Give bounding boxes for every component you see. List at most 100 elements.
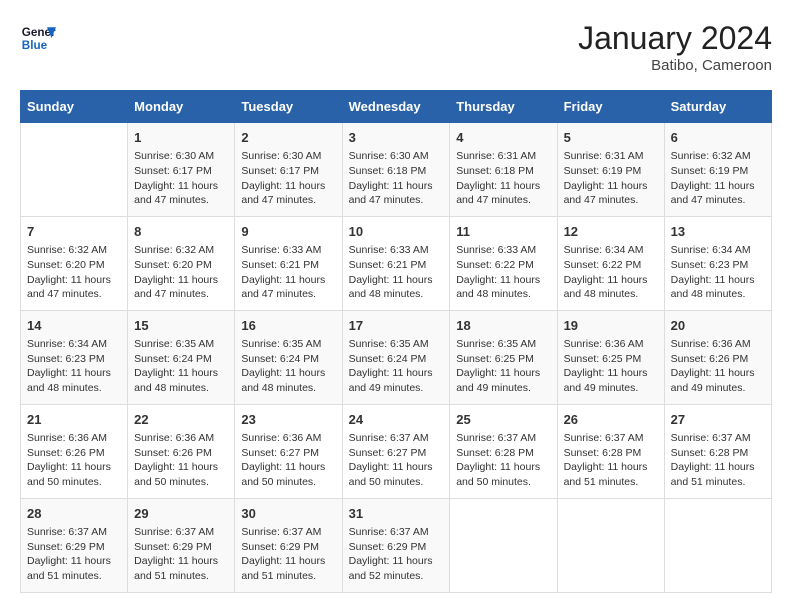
day-info: Sunrise: 6:37 AM Sunset: 6:27 PM Dayligh…: [349, 431, 444, 490]
calendar-cell: 11 Sunrise: 6:33 AM Sunset: 6:22 PM Dayli…: [450, 216, 557, 310]
calendar-cell: 8 Sunrise: 6:32 AM Sunset: 6:20 PM Daylig…: [128, 216, 235, 310]
calendar-cell: 4 Sunrise: 6:31 AM Sunset: 6:18 PM Daylig…: [450, 123, 557, 217]
day-info: Sunrise: 6:37 AM Sunset: 6:28 PM Dayligh…: [456, 431, 550, 490]
day-number: 14: [27, 317, 121, 335]
calendar-cell: 15Sunrise: 6:35 AM Sunset: 6:24 PM Dayli…: [128, 310, 235, 404]
day-number: 29: [134, 505, 228, 523]
day-info: Sunrise: 6:30 AM Sunset: 6:18 PM Dayligh…: [349, 149, 444, 208]
day-number: 25: [456, 411, 550, 429]
calendar-cell: 6Sunrise: 6:32 AM Sunset: 6:19 PM Daylig…: [664, 123, 771, 217]
location-subtitle: Batibo, Cameroon: [578, 57, 772, 74]
calendar-week-row: 21 Sunrise: 6:36 AM Sunset: 6:26 PM Dayli…: [21, 404, 772, 498]
calendar-cell: 13 Sunrise: 6:34 AM Sunset: 6:23 PM Dayli…: [664, 216, 771, 310]
calendar-cell: 30Sunrise: 6:37 AM Sunset: 6:29 PM Dayli…: [235, 498, 342, 592]
day-number: 3: [349, 129, 444, 147]
calendar-cell: [557, 498, 664, 592]
day-number: 13: [671, 223, 765, 241]
day-number: 7: [27, 223, 121, 241]
calendar-week-row: 1 Sunrise: 6:30 AM Sunset: 6:17 PM Daylig…: [21, 123, 772, 217]
calendar-cell: [664, 498, 771, 592]
day-number: 28: [27, 505, 121, 523]
calendar-cell: [21, 123, 128, 217]
day-info: Sunrise: 6:37 AM Sunset: 6:29 PM Dayligh…: [27, 525, 121, 584]
day-info: Sunrise: 6:34 AM Sunset: 6:23 PM Dayligh…: [671, 243, 765, 302]
calendar-cell: 14 Sunrise: 6:34 AM Sunset: 6:23 PM Dayli…: [21, 310, 128, 404]
calendar-header-row: SundayMondayTuesdayWednesdayThursdayFrid…: [21, 91, 772, 123]
day-info: Sunrise: 6:30 AM Sunset: 6:17 PM Dayligh…: [134, 149, 228, 208]
calendar-cell: 1 Sunrise: 6:30 AM Sunset: 6:17 PM Daylig…: [128, 123, 235, 217]
calendar-cell: 19Sunrise: 6:36 AM Sunset: 6:25 PM Dayli…: [557, 310, 664, 404]
day-info: Sunrise: 6:34 AM Sunset: 6:23 PM Dayligh…: [27, 337, 121, 396]
calendar-week-row: 28 Sunrise: 6:37 AM Sunset: 6:29 PM Dayli…: [21, 498, 772, 592]
calendar-cell: 31 Sunrise: 6:37 AM Sunset: 6:29 PM Dayli…: [342, 498, 450, 592]
logo: General Blue: [20, 20, 56, 56]
col-header-friday: Friday: [557, 91, 664, 123]
day-number: 8: [134, 223, 228, 241]
day-number: 2: [241, 129, 335, 147]
calendar-cell: 28 Sunrise: 6:37 AM Sunset: 6:29 PM Dayli…: [21, 498, 128, 592]
day-info: Sunrise: 6:32 AM Sunset: 6:20 PM Dayligh…: [134, 243, 228, 302]
day-info: Sunrise: 6:31 AM Sunset: 6:18 PM Dayligh…: [456, 149, 550, 208]
col-header-tuesday: Tuesday: [235, 91, 342, 123]
day-info: Sunrise: 6:30 AM Sunset: 6:17 PM Dayligh…: [241, 149, 335, 208]
day-info: Sunrise: 6:34 AM Sunset: 6:22 PM Dayligh…: [564, 243, 658, 302]
calendar-cell: 29 Sunrise: 6:37 AM Sunset: 6:29 PM Dayli…: [128, 498, 235, 592]
day-info: Sunrise: 6:33 AM Sunset: 6:21 PM Dayligh…: [241, 243, 335, 302]
day-info: Sunrise: 6:37 AM Sunset: 6:28 PM Dayligh…: [564, 431, 658, 490]
col-header-wednesday: Wednesday: [342, 91, 450, 123]
svg-text:Blue: Blue: [22, 39, 48, 52]
day-number: 10: [349, 223, 444, 241]
col-header-monday: Monday: [128, 91, 235, 123]
day-info: Sunrise: 6:36 AM Sunset: 6:25 PM Dayligh…: [564, 337, 658, 396]
day-info: Sunrise: 6:36 AM Sunset: 6:26 PM Dayligh…: [671, 337, 765, 396]
calendar-cell: 16 Sunrise: 6:35 AM Sunset: 6:24 PM Dayli…: [235, 310, 342, 404]
calendar-cell: 18 Sunrise: 6:35 AM Sunset: 6:25 PM Dayli…: [450, 310, 557, 404]
day-number: 26: [564, 411, 658, 429]
calendar-cell: [450, 498, 557, 592]
calendar-week-row: 14 Sunrise: 6:34 AM Sunset: 6:23 PM Dayli…: [21, 310, 772, 404]
calendar-cell: 22 Sunrise: 6:36 AM Sunset: 6:26 PM Dayli…: [128, 404, 235, 498]
day-number: 21: [27, 411, 121, 429]
day-number: 9: [241, 223, 335, 241]
calendar-cell: 17Sunrise: 6:35 AM Sunset: 6:24 PM Dayli…: [342, 310, 450, 404]
calendar-cell: 12 Sunrise: 6:34 AM Sunset: 6:22 PM Dayli…: [557, 216, 664, 310]
calendar-cell: 24 Sunrise: 6:37 AM Sunset: 6:27 PM Dayli…: [342, 404, 450, 498]
day-info: Sunrise: 6:37 AM Sunset: 6:28 PM Dayligh…: [671, 431, 765, 490]
calendar-cell: 7 Sunrise: 6:32 AM Sunset: 6:20 PM Daylig…: [21, 216, 128, 310]
day-info: Sunrise: 6:31 AM Sunset: 6:19 PM Dayligh…: [564, 149, 658, 208]
month-year-title: January 2024: [578, 20, 772, 57]
day-info: Sunrise: 6:37 AM Sunset: 6:29 PM Dayligh…: [349, 525, 444, 584]
day-number: 4: [456, 129, 550, 147]
day-number: 24: [349, 411, 444, 429]
day-info: Sunrise: 6:36 AM Sunset: 6:26 PM Dayligh…: [27, 431, 121, 490]
day-info: Sunrise: 6:33 AM Sunset: 6:22 PM Dayligh…: [456, 243, 550, 302]
day-info: Sunrise: 6:35 AM Sunset: 6:24 PM Dayligh…: [134, 337, 228, 396]
day-number: 11: [456, 223, 550, 241]
day-info: Sunrise: 6:32 AM Sunset: 6:20 PM Dayligh…: [27, 243, 121, 302]
day-number: 5: [564, 129, 658, 147]
day-number: 1: [134, 129, 228, 147]
day-info: Sunrise: 6:36 AM Sunset: 6:26 PM Dayligh…: [134, 431, 228, 490]
day-info: Sunrise: 6:37 AM Sunset: 6:29 PM Dayligh…: [134, 525, 228, 584]
calendar-cell: 5 Sunrise: 6:31 AM Sunset: 6:19 PM Daylig…: [557, 123, 664, 217]
day-number: 12: [564, 223, 658, 241]
calendar-table: SundayMondayTuesdayWednesdayThursdayFrid…: [20, 90, 772, 593]
calendar-cell: 10Sunrise: 6:33 AM Sunset: 6:21 PM Dayli…: [342, 216, 450, 310]
calendar-cell: 25 Sunrise: 6:37 AM Sunset: 6:28 PM Dayli…: [450, 404, 557, 498]
day-number: 31: [349, 505, 444, 523]
day-number: 23: [241, 411, 335, 429]
day-info: Sunrise: 6:35 AM Sunset: 6:25 PM Dayligh…: [456, 337, 550, 396]
day-number: 6: [671, 129, 765, 147]
day-info: Sunrise: 6:35 AM Sunset: 6:24 PM Dayligh…: [241, 337, 335, 396]
calendar-cell: 20Sunrise: 6:36 AM Sunset: 6:26 PM Dayli…: [664, 310, 771, 404]
day-info: Sunrise: 6:37 AM Sunset: 6:29 PM Dayligh…: [241, 525, 335, 584]
title-area: January 2024 Batibo, Cameroon: [578, 20, 772, 74]
day-number: 17: [349, 317, 444, 335]
calendar-cell: 3 Sunrise: 6:30 AM Sunset: 6:18 PM Daylig…: [342, 123, 450, 217]
day-number: 16: [241, 317, 335, 335]
col-header-thursday: Thursday: [450, 91, 557, 123]
day-number: 18: [456, 317, 550, 335]
day-number: 22: [134, 411, 228, 429]
page-header: General Blue January 2024 Batibo, Camero…: [20, 20, 772, 74]
day-info: Sunrise: 6:36 AM Sunset: 6:27 PM Dayligh…: [241, 431, 335, 490]
